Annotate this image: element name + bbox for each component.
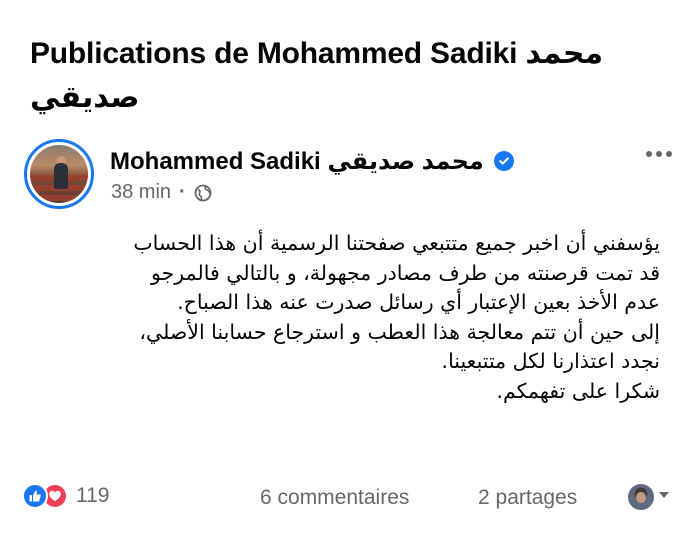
viewer-avatar[interactable] xyxy=(628,484,654,510)
like-icon xyxy=(22,483,48,509)
meta-separator: · xyxy=(179,181,186,203)
post-body-line: إلى حين أن تتم معالجة هذا العطب و استرجا… xyxy=(139,319,660,344)
author-row: Mohammed Sadiki محمد صديقي xyxy=(110,143,514,179)
post-body: يؤسفني أن اخبر جميع متتبعي صفحتنا الرسمي… xyxy=(24,229,660,407)
chevron-down-icon[interactable] xyxy=(659,492,669,498)
post-body-line: قد تمت قرصنته من طرف مصادر مجهولة، و بال… xyxy=(151,260,660,285)
post-timestamp[interactable]: 38 min xyxy=(111,181,171,204)
comments-count-link[interactable]: 6 commentaires xyxy=(260,486,409,510)
verified-badge-icon xyxy=(493,151,514,171)
post-body-line: نجدد اعتذارنا لكل متتبعينا. xyxy=(441,349,660,374)
post-meta: 38 min · xyxy=(111,181,212,204)
reaction-count: 119 xyxy=(76,484,110,507)
page-title: Publications de Mohammed Sadiki محمد صدي… xyxy=(30,37,604,114)
post-body-line: يؤسفني أن اخبر جميع متتبعي صفحتنا الرسمي… xyxy=(133,231,660,255)
author-name[interactable]: Mohammed Sadiki محمد صديقي xyxy=(110,147,484,176)
globe-icon[interactable] xyxy=(194,184,212,202)
post-header: Mohammed Sadiki محمد صديقي 38 min · xyxy=(24,139,684,219)
author-avatar[interactable] xyxy=(24,139,94,209)
post-body-line: شكرا على تفهمكم. xyxy=(496,378,661,403)
reactions-summary[interactable]: 119 xyxy=(22,483,109,509)
shares-count-link[interactable]: 2 partages xyxy=(478,486,577,510)
post-footer: 119 6 commentaires 2 partages xyxy=(22,480,682,516)
post-body-line: عدم الأخذ بعين الإعتبار أي رسائل صدرت عن… xyxy=(177,290,660,315)
more-options-icon[interactable] xyxy=(646,151,672,157)
